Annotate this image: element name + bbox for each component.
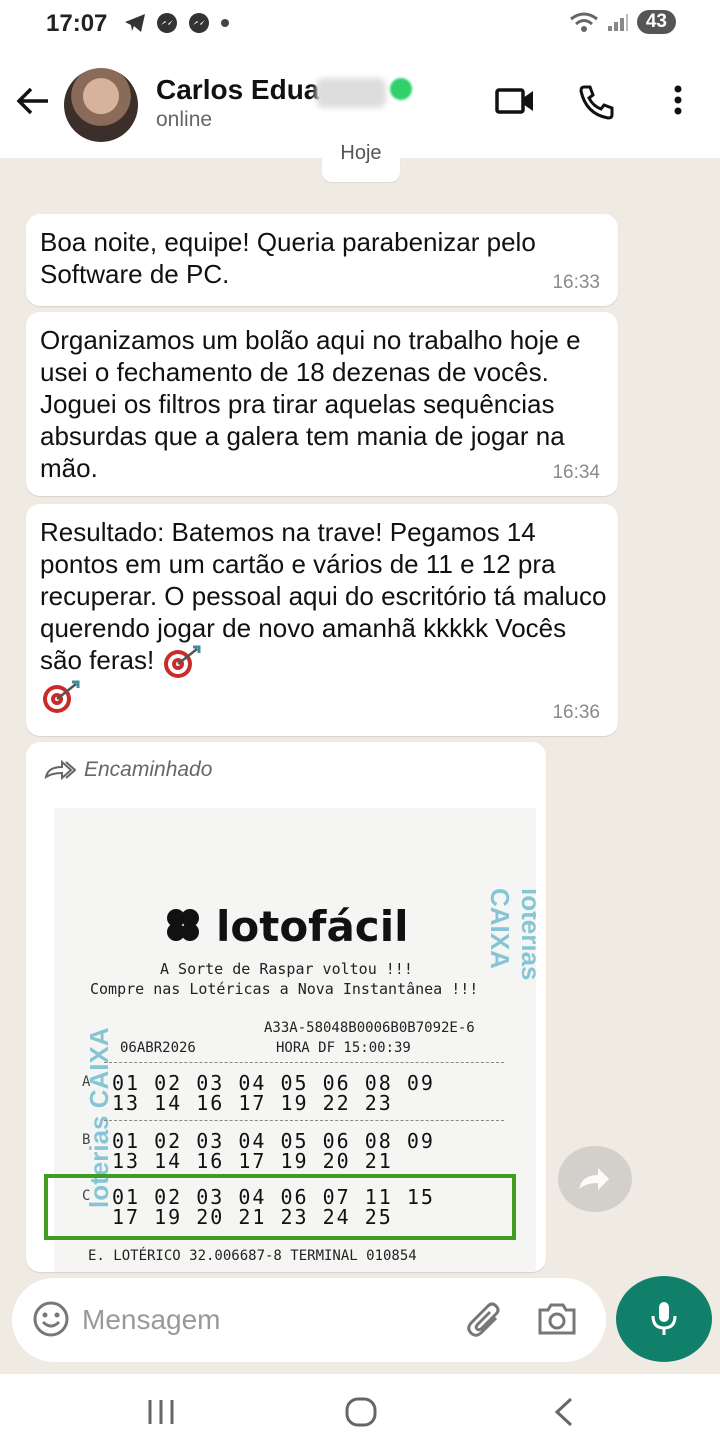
- wifi-icon: [569, 12, 598, 32]
- messenger-icon: [157, 13, 177, 33]
- bet-row-label: B: [82, 1132, 91, 1148]
- system-nav-bar: [0, 1374, 720, 1452]
- home-icon[interactable]: [344, 1396, 378, 1428]
- watermark-right: loterias CAIXA: [485, 888, 536, 981]
- forwarded-label: Encaminhado: [44, 758, 212, 782]
- more-options-icon[interactable]: [672, 84, 684, 116]
- ticket-slogan-1: A Sorte de Raspar voltou !!!: [160, 960, 413, 978]
- date-chip-label: Hoje: [340, 144, 382, 164]
- message-bubble[interactable]: Organizamos um bolão aqui no trabalho ho…: [26, 312, 618, 496]
- battery-indicator: 43: [636, 10, 676, 34]
- phone-call-icon[interactable]: [578, 84, 616, 120]
- clover-logo-icon: [167, 909, 199, 941]
- direct-hit-emoji-icon: [43, 680, 80, 714]
- message-time: 16:36: [552, 702, 600, 723]
- ticket-hour: HORA DF 15:00:39: [276, 1040, 411, 1056]
- ticket-divider: [104, 1120, 504, 1121]
- microphone-icon: [651, 1302, 677, 1335]
- message-text: Organizamos um bolão aqui no trabalho ho…: [40, 325, 581, 483]
- emoji-icon[interactable]: [32, 1300, 70, 1338]
- message-time: 16:33: [552, 272, 600, 293]
- system-icons: 43: [569, 10, 676, 34]
- ticket-slogan-2: Compre nas Lotéricas a Nova Instantânea …: [90, 980, 479, 998]
- message-text: Resultado: Batemos na trave! Pegamos 14 …: [40, 516, 610, 714]
- message-text-content: Resultado: Batemos na trave! Pegamos 14 …: [40, 517, 607, 675]
- avatar[interactable]: [64, 68, 138, 142]
- bet-row-line: 13 14 16 17 19 22 23: [112, 1091, 393, 1115]
- status-bar: 17:07 43: [0, 0, 720, 48]
- forwarded-text: Encaminhado: [84, 758, 213, 781]
- bet-row-label: A: [82, 1074, 91, 1090]
- notification-icons: [124, 12, 230, 34]
- back-nav-icon[interactable]: [552, 1396, 574, 1428]
- contact-status: online: [156, 108, 213, 131]
- messenger-icon-2: [189, 13, 209, 33]
- back-arrow-icon[interactable]: [16, 86, 50, 116]
- status-time: 17:07: [46, 10, 108, 37]
- status-emoji-icon: [390, 78, 412, 100]
- ticket-divider: [104, 1062, 504, 1063]
- signal-icon: [607, 14, 628, 31]
- lotofacil-logo: lotofácil: [216, 902, 409, 951]
- direct-hit-emoji-icon: [164, 645, 201, 679]
- forward-icon: [44, 760, 76, 780]
- video-call-icon[interactable]: [494, 84, 536, 116]
- bet-row-line: 13 14 16 17 19 20 21: [112, 1149, 393, 1173]
- date-chip: Hoje: [322, 144, 400, 182]
- attach-icon[interactable]: [466, 1300, 504, 1340]
- contact-name[interactable]: Carlos Edua: [156, 74, 319, 106]
- ticket-footer: E. LOTÉRICO 32.006687-8 TERMINAL 010854: [88, 1248, 417, 1264]
- recent-apps-icon[interactable]: [146, 1398, 176, 1426]
- name-blur: [316, 78, 386, 108]
- forward-share-button[interactable]: [558, 1146, 632, 1212]
- more-notifications-dot-icon: [221, 19, 229, 27]
- message-time: 16:34: [552, 462, 600, 483]
- winning-row-highlight: [44, 1174, 516, 1240]
- forward-arrow-icon: [579, 1168, 609, 1190]
- chat-header: Carlos Edua online: [0, 48, 720, 158]
- message-bubble[interactable]: Boa noite, equipe! Queria parabenizar pe…: [26, 214, 618, 306]
- microphone-button[interactable]: [616, 1276, 712, 1362]
- ticket-code: A33A-58048B0006B0B7092E-6: [264, 1020, 475, 1036]
- telegram-icon: [125, 14, 145, 32]
- message-input[interactable]: Mensagem: [82, 1304, 221, 1336]
- ticket-date: 06ABR2026: [120, 1040, 196, 1056]
- message-text: Boa noite, equipe! Queria parabenizar pe…: [40, 227, 536, 289]
- message-bubble[interactable]: Resultado: Batemos na trave! Pegamos 14 …: [26, 504, 618, 736]
- message-composer[interactable]: Mensagem: [12, 1278, 606, 1362]
- camera-icon[interactable]: [536, 1300, 578, 1338]
